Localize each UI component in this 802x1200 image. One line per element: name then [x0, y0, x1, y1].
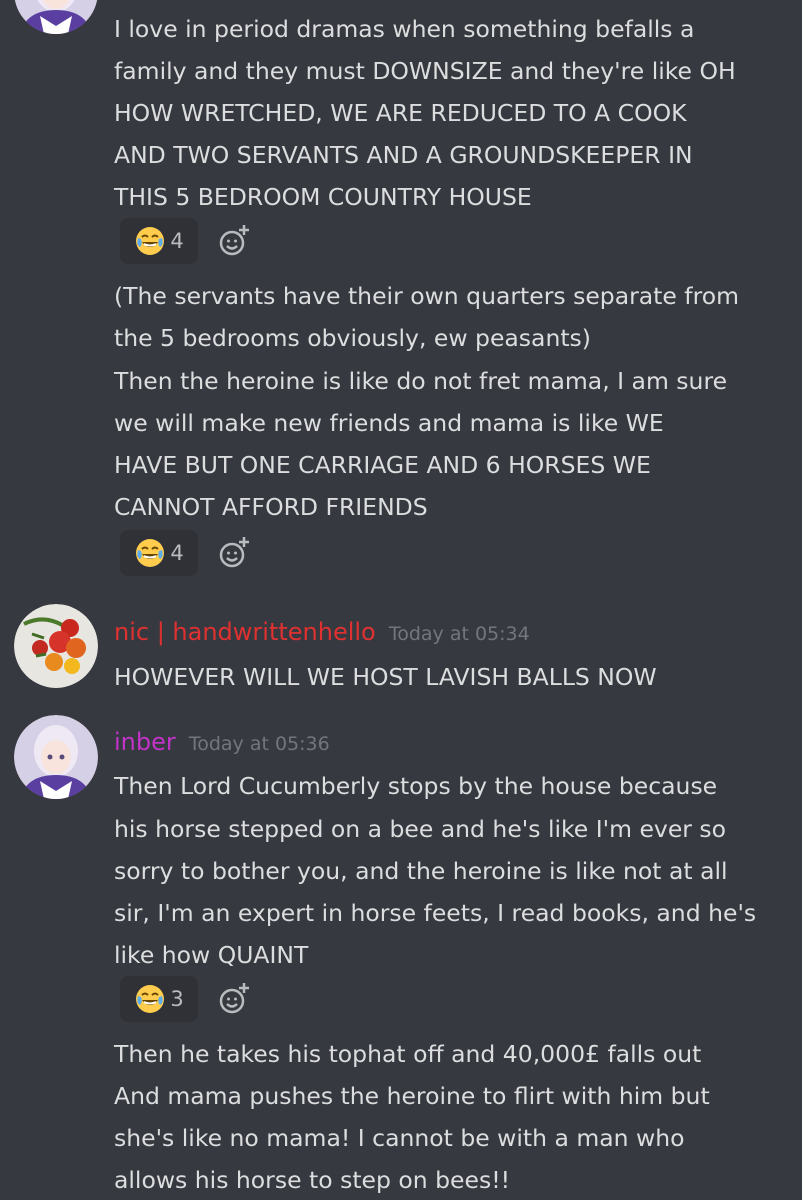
- anime-avatar-icon: [14, 0, 98, 34]
- reaction-joy[interactable]: 4: [120, 218, 198, 264]
- message-line: Then the heroine is like do not fret mam…: [114, 367, 728, 395]
- message-line: family and they must DOWNSIZE and they'r…: [114, 57, 736, 85]
- message-line: I love in period dramas when something b…: [114, 15, 695, 43]
- reaction-count: 4: [170, 541, 184, 565]
- message-line: HAVE BUT ONE CARRIAGE AND 6 HORSES WE: [114, 451, 651, 479]
- message-header: inber Today at 05:36: [114, 727, 330, 757]
- chat-window: I love in period dramas when something b…: [0, 0, 802, 1200]
- message-line: we will make new friends and mama is lik…: [114, 409, 664, 437]
- reaction-row: 3: [120, 976, 252, 1022]
- user-avatar-nic[interactable]: [14, 604, 98, 688]
- add-reaction-icon[interactable]: [216, 981, 252, 1017]
- joy-emoji-icon: [136, 539, 165, 567]
- username[interactable]: nic | handwrittenhello: [114, 618, 376, 646]
- add-reaction-icon[interactable]: [216, 223, 252, 259]
- message-line: And mama pushes the heroine to flirt wit…: [114, 1082, 710, 1110]
- message-line: (The servants have their own quarters se…: [114, 282, 739, 310]
- message-line: CANNOT AFFORD FRIENDS: [114, 493, 428, 521]
- anime-avatar-icon: [14, 715, 98, 799]
- tomato-avatar-icon: [14, 604, 98, 688]
- message-line: sir, I'm an expert in horse feets, I rea…: [114, 899, 757, 927]
- reaction-count: 4: [170, 229, 184, 253]
- message-line: AND TWO SERVANTS AND A GROUNDSKEEPER IN: [114, 141, 693, 169]
- message-line: HOW WRETCHED, WE ARE REDUCED TO A COOK: [114, 99, 687, 127]
- message-line: THIS 5 BEDROOM COUNTRY HOUSE: [114, 183, 532, 211]
- timestamp: Today at 05:34: [388, 623, 530, 645]
- reaction-joy[interactable]: 3: [120, 976, 198, 1022]
- user-avatar-inber[interactable]: [14, 715, 98, 799]
- timestamp: Today at 05:36: [188, 733, 330, 755]
- message-line: his horse stepped on a bee and he's like…: [114, 815, 727, 843]
- reaction-row: 4: [120, 530, 252, 576]
- joy-emoji-icon: [136, 985, 165, 1013]
- joy-emoji-icon: [136, 227, 165, 255]
- message-line: the 5 bedrooms obviously, ew peasants): [114, 324, 591, 352]
- message-line: Then he takes his tophat off and 40,000£…: [114, 1040, 702, 1068]
- reaction-joy[interactable]: 4: [120, 530, 198, 576]
- message-line: she's like no mama! I cannot be with a m…: [114, 1124, 685, 1152]
- message-line: allows his horse to step on bees!!: [114, 1166, 511, 1194]
- reaction-row: 4: [120, 218, 252, 264]
- message-line: sorry to bother you, and the heroine is …: [114, 857, 728, 885]
- message-line: Then Lord Cucumberly stops by the house …: [114, 772, 718, 800]
- username[interactable]: inber: [114, 728, 176, 756]
- add-reaction-icon[interactable]: [216, 535, 252, 571]
- message-header: nic | handwrittenhello Today at 05:34: [114, 617, 530, 647]
- message-line: like how QUAINT: [114, 941, 309, 969]
- message-line: HOWEVER WILL WE HOST LAVISH BALLS NOW: [114, 663, 657, 691]
- user-avatar-inber-top[interactable]: [14, 0, 98, 34]
- reaction-count: 3: [170, 987, 184, 1011]
